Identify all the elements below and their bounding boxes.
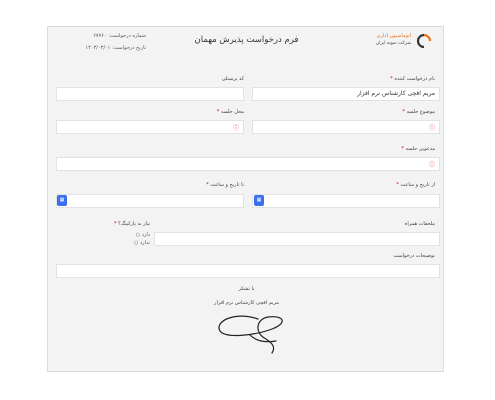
subject-label: موضوع جلسه * <box>402 109 435 115</box>
location-field[interactable]: ⓘ <box>56 120 244 134</box>
from-calendar-button[interactable]: ▦ <box>254 195 264 206</box>
subject-field[interactable]: ⓘ <box>252 120 440 134</box>
to-datetime-field[interactable] <box>56 194 244 208</box>
from-datetime-label: از تاریخ و ساعت * <box>396 182 435 188</box>
warning-icon: ⓘ <box>232 125 239 132</box>
company-logo: اتوماسیون اداری شرکت نمونه ایران <box>351 33 431 53</box>
to-datetime-label: تا تاریخ و ساعت * <box>206 182 244 188</box>
attachments-field[interactable] <box>154 232 440 246</box>
attachments-label: ملحقات همراه <box>404 221 435 227</box>
parking-option-yes[interactable]: دارد ○ <box>56 232 150 238</box>
thanks-text: با تشکر <box>238 286 255 292</box>
requester-label: نام درخواست کننده * <box>390 76 435 82</box>
to-calendar-button[interactable]: ▦ <box>57 195 67 206</box>
parking-option-no[interactable]: ندارد ○ <box>56 240 150 246</box>
parking-label: نیاز به پارکینگ؟ * <box>113 221 150 227</box>
description-field[interactable] <box>56 264 440 278</box>
calendar-icon: ▦ <box>59 197 65 203</box>
logo-icon <box>417 34 431 48</box>
requester-value: مریم افچی کارشناس نرم افزار <box>357 90 435 97</box>
description-label: توضیحات درخواست <box>393 253 435 259</box>
location-label: محل جلسه * <box>216 109 244 115</box>
warning-icon: ⓘ <box>428 162 435 169</box>
personnel-code-label: کد پرسنلی <box>221 76 244 82</box>
from-datetime-field[interactable] <box>252 194 440 208</box>
request-date: تاریخ درخواست: ۱۴۰۳/۰۳/۰۱ <box>85 45 146 51</box>
personnel-code-field[interactable] <box>56 87 244 101</box>
invitees-field[interactable]: ⓘ <box>56 157 440 171</box>
calendar-icon: ▦ <box>256 197 262 203</box>
form-card: شماره درخواست: ۶۷۷۶۰ تاریخ درخواست: ۱۴۰۳… <box>47 26 444 372</box>
invitees-label: مدعوین جلسه * <box>401 146 435 152</box>
logo-text-line2: شرکت نمونه ایران <box>375 41 411 46</box>
signature-image <box>218 315 283 354</box>
signer-name: مریم افچی کارشناس نرم افزار <box>214 300 279 306</box>
logo-text-line1: اتوماسیون اداری <box>376 33 411 39</box>
requester-field[interactable]: مریم افچی کارشناس نرم افزار <box>252 87 440 101</box>
warning-icon: ⓘ <box>428 125 435 132</box>
